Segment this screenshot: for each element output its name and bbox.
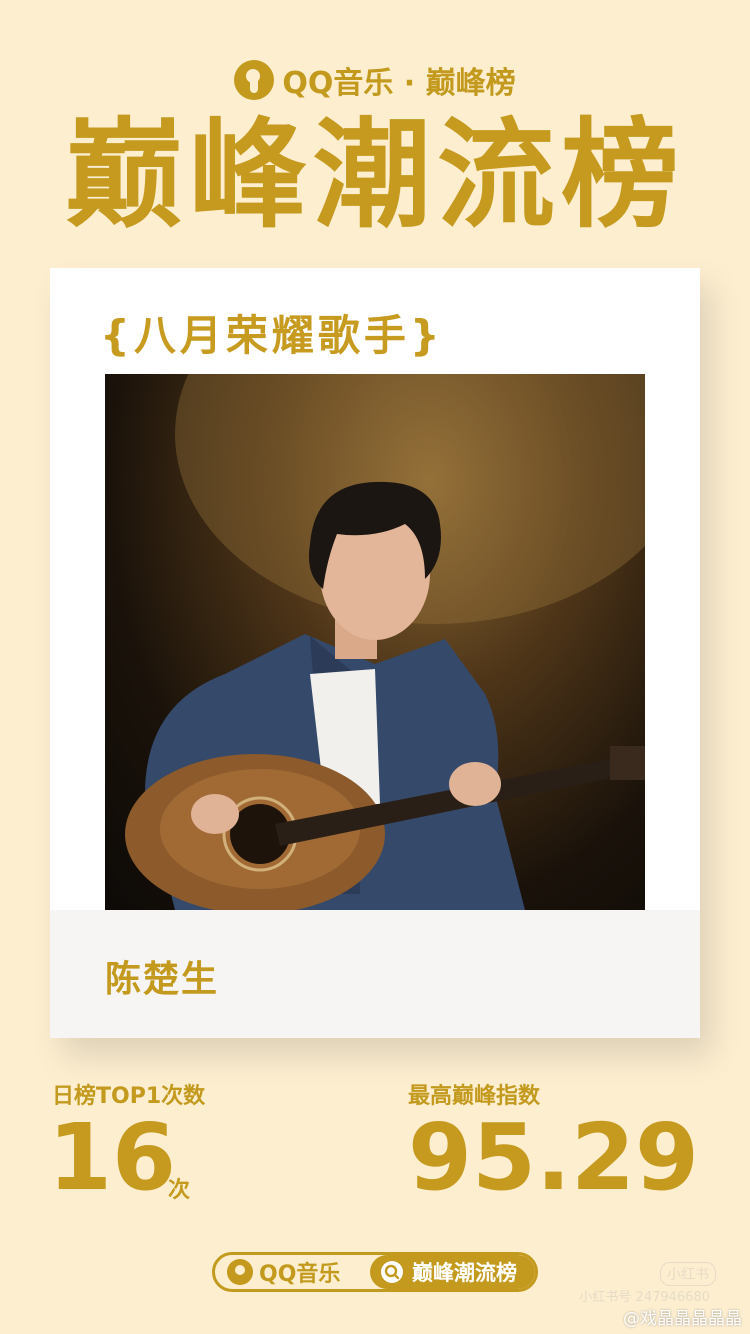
brand-header: QQ音乐 · 巅峰榜 — [0, 58, 750, 102]
award-title: {八月荣耀歌手} — [100, 311, 444, 360]
top1-count-unit: 次 — [168, 1178, 191, 1203]
brand-text: QQ音乐 · 巅峰榜 — [282, 66, 516, 101]
artist-name: 陈楚生 — [105, 959, 220, 1000]
qq-music-note-icon — [234, 60, 275, 100]
qq-music-brand: QQ音乐 — [215, 1255, 370, 1289]
top1-count-value: 16 — [48, 1104, 177, 1211]
pill-brand-text: QQ音乐 — [259, 1262, 341, 1287]
search-icon — [381, 1261, 403, 1283]
weibo-watermark: @戏晶晶晶晶晶 — [623, 1309, 742, 1329]
peak-index-value: 95.29 — [408, 1104, 700, 1211]
artist-card: {八月荣耀歌手} 陈楚生 — [50, 268, 700, 1038]
search-pill[interactable]: QQ音乐 巅峰潮流榜 — [212, 1252, 538, 1292]
xiaohongshu-id-watermark: 小红书号 247946680 — [579, 1290, 710, 1305]
artist-photo — [105, 374, 645, 910]
search-chart-button[interactable]: 巅峰潮流榜 — [370, 1255, 535, 1289]
page-title: 巅峰潮流榜 — [64, 106, 685, 244]
search-chart-text: 巅峰潮流榜 — [412, 1261, 517, 1285]
qq-music-note-icon — [227, 1259, 253, 1285]
xiaohongshu-watermark: 小红书 — [660, 1262, 716, 1286]
artist-illustration — [125, 374, 645, 910]
